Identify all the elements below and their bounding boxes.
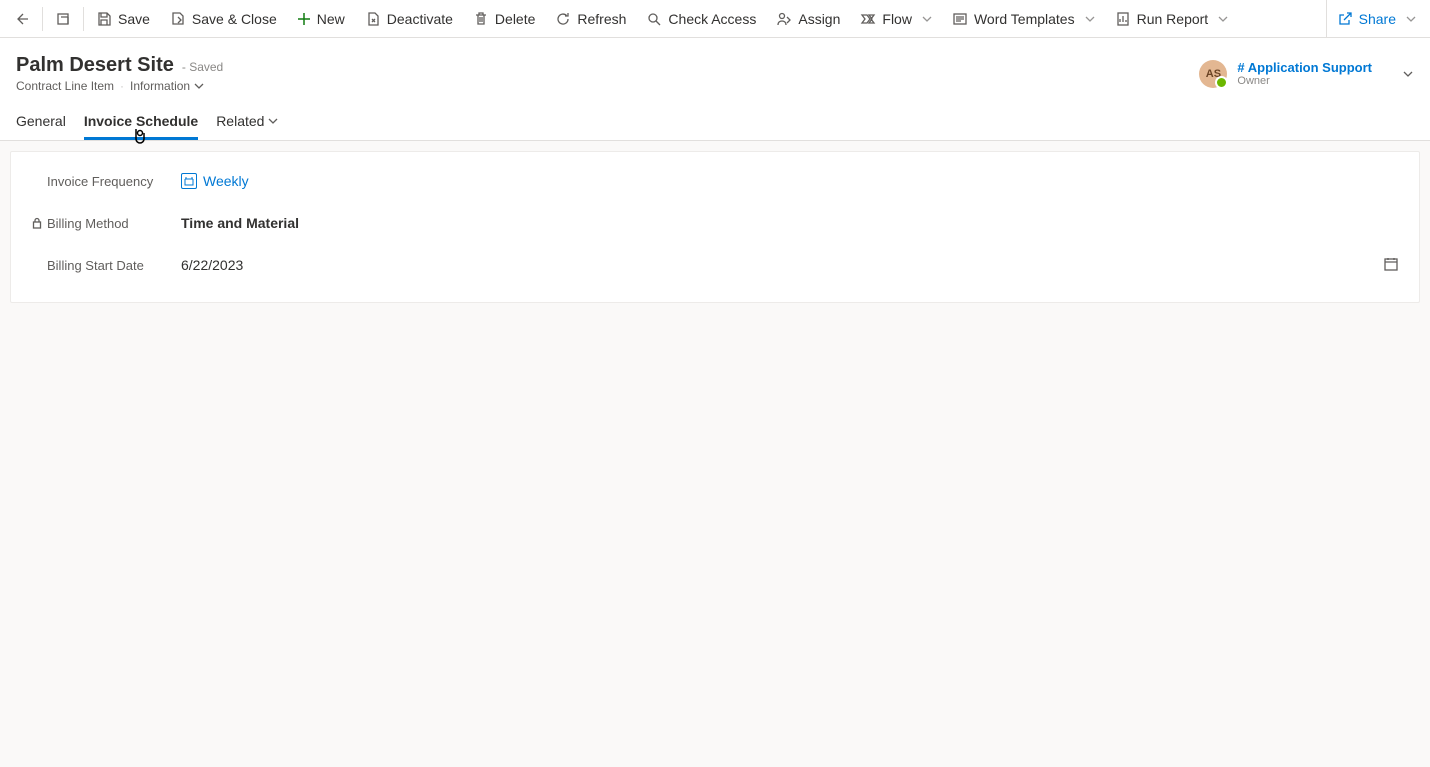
- check-access-button[interactable]: Check Access: [636, 0, 766, 37]
- command-bar: Save Save & Close New Deactivate Delete …: [0, 0, 1430, 38]
- billing-method-label: Billing Method: [47, 216, 129, 231]
- invoice-frequency-value: Weekly: [203, 173, 249, 189]
- run-report-button[interactable]: Run Report: [1105, 0, 1239, 37]
- chevron-down-icon: [1218, 14, 1228, 24]
- tab-general-label: General: [16, 113, 66, 129]
- word-templates-button[interactable]: Word Templates: [942, 0, 1105, 37]
- save-close-button[interactable]: Save & Close: [160, 0, 287, 37]
- chevron-down-icon: [1402, 68, 1414, 80]
- assign-label: Assign: [798, 11, 840, 27]
- form-selector-label: Information: [130, 79, 190, 93]
- entity-type-label: Contract Line Item: [16, 79, 114, 93]
- flow-button[interactable]: Flow: [850, 0, 942, 37]
- plus-icon: [297, 12, 311, 26]
- share-button[interactable]: Share: [1327, 0, 1426, 37]
- frequency-icon: [181, 173, 197, 189]
- share-label: Share: [1359, 11, 1396, 27]
- main-area: Invoice Frequency Weekly Billing Method: [0, 141, 1430, 313]
- billing-start-date-value-cell[interactable]: 6/22/2023: [181, 257, 1369, 273]
- tab-invoice-schedule-label: Invoice Schedule: [84, 113, 198, 129]
- billing-start-date-value: 6/22/2023: [181, 257, 243, 273]
- popout-icon: [55, 11, 71, 27]
- owner-name: # Application Support: [1237, 60, 1372, 75]
- page-title: Palm Desert Site: [16, 54, 174, 77]
- check-access-label: Check Access: [668, 11, 756, 27]
- back-arrow-icon: [14, 11, 30, 27]
- lock-icon: [31, 217, 43, 229]
- back-button[interactable]: [4, 0, 40, 37]
- owner-role-label: Owner: [1237, 75, 1372, 87]
- save-close-icon: [170, 11, 186, 27]
- owner-block[interactable]: AS # Application Support Owner: [1199, 54, 1414, 93]
- refresh-label: Refresh: [577, 11, 626, 27]
- chevron-down-icon: [922, 14, 932, 24]
- assign-icon: [776, 11, 792, 27]
- refresh-icon: [555, 11, 571, 27]
- billing-start-date-label: Billing Start Date: [47, 258, 144, 273]
- assign-button[interactable]: Assign: [766, 0, 850, 37]
- invoice-frequency-value-cell[interactable]: Weekly: [181, 173, 1369, 189]
- run-report-label: Run Report: [1137, 11, 1209, 27]
- delete-button[interactable]: Delete: [463, 0, 545, 37]
- flow-icon: [860, 11, 876, 27]
- chevron-down-icon: [268, 116, 278, 126]
- tab-invoice-schedule[interactable]: Invoice Schedule: [84, 101, 198, 140]
- calendar-icon[interactable]: [1383, 256, 1399, 275]
- field-billing-start-date: Billing Start Date 6/22/2023: [31, 244, 1399, 286]
- popout-button[interactable]: [45, 0, 81, 37]
- save-label: Save: [118, 11, 150, 27]
- chevron-down-icon: [1406, 14, 1416, 24]
- title-block: Palm Desert Site - Saved Contract Line I…: [16, 54, 223, 93]
- invoice-frequency-lookup[interactable]: Weekly: [181, 173, 249, 189]
- chevron-down-icon: [194, 81, 204, 91]
- billing-method-value-cell: Time and Material: [181, 215, 1369, 231]
- tab-bar: General Invoice Schedule Related: [0, 101, 1430, 141]
- breadcrumb-separator: ·: [120, 79, 124, 93]
- refresh-button[interactable]: Refresh: [545, 0, 636, 37]
- deactivate-icon: [365, 11, 381, 27]
- delete-label: Delete: [495, 11, 535, 27]
- word-templates-label: Word Templates: [974, 11, 1075, 27]
- field-invoice-frequency: Invoice Frequency Weekly: [31, 160, 1399, 202]
- record-header: Palm Desert Site - Saved Contract Line I…: [0, 38, 1430, 101]
- avatar: AS: [1199, 60, 1227, 88]
- billing-method-value: Time and Material: [181, 215, 299, 231]
- field-billing-method: Billing Method Time and Material: [31, 202, 1399, 244]
- deactivate-button[interactable]: Deactivate: [355, 0, 463, 37]
- tab-related-label: Related: [216, 113, 264, 129]
- flow-label: Flow: [882, 11, 912, 27]
- new-label: New: [317, 11, 345, 27]
- command-separator: [83, 7, 84, 31]
- share-group: Share: [1326, 0, 1426, 37]
- share-icon: [1337, 11, 1353, 27]
- trash-icon: [473, 11, 489, 27]
- form-selector[interactable]: Information: [130, 79, 204, 93]
- tab-general[interactable]: General: [16, 101, 66, 140]
- word-icon: [952, 11, 968, 27]
- save-icon: [96, 11, 112, 27]
- command-separator: [42, 7, 43, 31]
- chevron-down-icon: [1085, 14, 1095, 24]
- save-button[interactable]: Save: [86, 0, 160, 37]
- save-close-label: Save & Close: [192, 11, 277, 27]
- form-card: Invoice Frequency Weekly Billing Method: [10, 151, 1420, 303]
- tab-related[interactable]: Related: [216, 101, 278, 140]
- search-icon: [646, 11, 662, 27]
- report-icon: [1115, 11, 1131, 27]
- deactivate-label: Deactivate: [387, 11, 453, 27]
- new-button[interactable]: New: [287, 0, 355, 37]
- invoice-frequency-label: Invoice Frequency: [47, 174, 153, 189]
- saved-status: - Saved: [182, 60, 223, 74]
